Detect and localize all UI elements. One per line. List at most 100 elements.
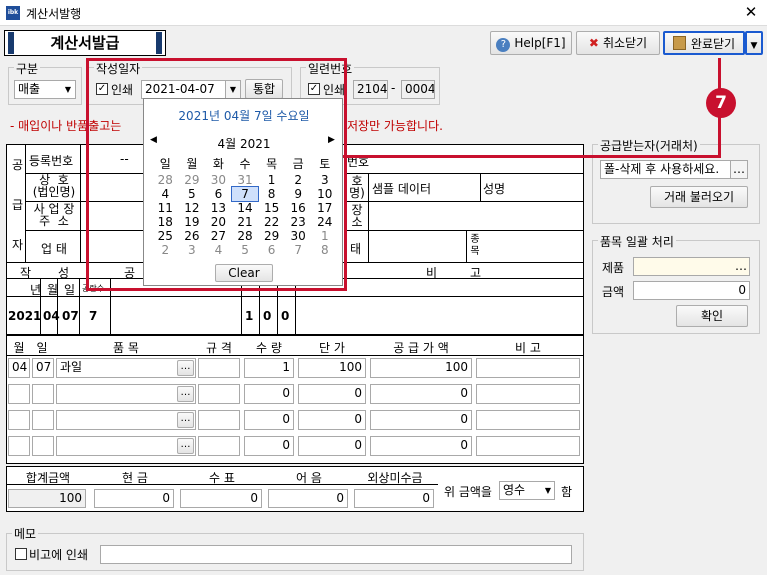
totals-value[interactable]: 0 xyxy=(354,489,434,508)
calendar-day[interactable]: 30 xyxy=(205,173,232,187)
confirm-button[interactable]: 확인 xyxy=(676,305,748,327)
row-amount-input[interactable]: 100 xyxy=(370,358,472,378)
calendar-day[interactable]: 15 xyxy=(258,201,285,215)
row-spec-input[interactable] xyxy=(198,410,240,430)
calendar-day[interactable]: 10 xyxy=(311,187,338,201)
calendar-day[interactable]: 2 xyxy=(152,243,179,257)
more-icon[interactable]: … xyxy=(177,438,194,454)
totals-value[interactable]: 0 xyxy=(94,489,174,508)
calendar-day[interactable]: 7 xyxy=(285,243,312,257)
row-qty-input[interactable]: 1 xyxy=(244,358,294,378)
calendar-day[interactable]: 30 xyxy=(285,229,312,243)
close-icon[interactable]: ✕ xyxy=(741,2,761,22)
more-icon[interactable]: … xyxy=(177,386,194,402)
row-item-name-input[interactable] xyxy=(56,410,196,430)
calendar-day[interactable]: 12 xyxy=(179,201,206,215)
calendar-day[interactable]: 4 xyxy=(205,243,232,257)
category-select[interactable]: 매출 ▼ xyxy=(14,80,76,99)
row-spec-input[interactable] xyxy=(198,436,240,456)
partner-input[interactable]: 폴-삭제 후 사용하세요.… xyxy=(600,160,748,179)
row-amount-input[interactable]: 0 xyxy=(370,384,472,404)
calendar-day[interactable]: 26 xyxy=(179,229,206,243)
row-spec-input[interactable] xyxy=(198,358,240,378)
row-amount-input[interactable]: 0 xyxy=(370,410,472,430)
calendar-day[interactable]: 14 xyxy=(232,201,259,215)
calendar-day[interactable]: 2 xyxy=(285,173,312,187)
calendar-day[interactable]: 4 xyxy=(152,187,179,201)
row-amount-input[interactable]: 0 xyxy=(370,436,472,456)
calendar-day[interactable]: 31 xyxy=(232,173,259,187)
receipt-select[interactable]: 영수 ▼ xyxy=(499,481,555,500)
calendar-day[interactable]: 28 xyxy=(152,173,179,187)
more-icon[interactable]: … xyxy=(177,412,194,428)
help-button[interactable]: ? Help[F1] xyxy=(490,31,572,55)
calendar-day[interactable]: 5 xyxy=(179,187,206,201)
row-day[interactable]: 07 xyxy=(32,358,54,378)
amount-input[interactable]: 0 xyxy=(633,281,750,300)
totals-value[interactable]: 0 xyxy=(180,489,262,508)
calendar-day[interactable]: 5 xyxy=(232,243,259,257)
row-qty-input[interactable]: 0 xyxy=(244,436,294,456)
calendar-day[interactable]: 6 xyxy=(205,187,232,201)
calendar-day[interactable]: 1 xyxy=(311,229,338,243)
calendar-day[interactable]: 11 xyxy=(152,201,179,215)
product-input[interactable]: … xyxy=(633,257,750,276)
row-note-input[interactable] xyxy=(476,410,580,430)
row-note-input[interactable] xyxy=(476,358,580,378)
calendar-day[interactable]: 21 xyxy=(232,215,259,229)
calendar-day[interactable]: 24 xyxy=(311,215,338,229)
row-note-input[interactable] xyxy=(476,436,580,456)
calendar-day[interactable]: 3 xyxy=(179,243,206,257)
calendar-day[interactable]: 8 xyxy=(258,187,285,201)
more-icon[interactable]: … xyxy=(177,360,194,376)
calendar-day[interactable]: 28 xyxy=(232,229,259,243)
calendar-day[interactable]: 17 xyxy=(311,201,338,215)
complete-dropdown-button[interactable]: ▼ xyxy=(745,31,763,55)
row-month[interactable] xyxy=(8,384,30,404)
calendar-day[interactable]: 29 xyxy=(179,173,206,187)
row-day[interactable] xyxy=(32,384,54,404)
calendar-day[interactable]: 6 xyxy=(258,243,285,257)
totals-value[interactable]: 0 xyxy=(268,489,348,508)
row-qty-input[interactable]: 0 xyxy=(244,384,294,404)
memo-print-checkbox[interactable] xyxy=(15,548,27,560)
row-price-input[interactable]: 0 xyxy=(298,410,366,430)
calendar-day[interactable]: 25 xyxy=(152,229,179,243)
calendar-day[interactable]: 9 xyxy=(285,187,312,201)
row-price-input[interactable]: 100 xyxy=(298,358,366,378)
calendar-day[interactable]: 16 xyxy=(285,201,312,215)
cancel-close-button[interactable]: ✖ 취소닫기 xyxy=(576,31,660,55)
row-item-name-input[interactable]: 과일 xyxy=(56,358,196,378)
complete-close-button[interactable]: 완료닫기 xyxy=(663,31,745,55)
calendar-day[interactable]: 3 xyxy=(311,173,338,187)
row-price-input[interactable]: 0 xyxy=(298,384,366,404)
load-partner-button[interactable]: 거래 불러오기 xyxy=(650,186,748,208)
row-qty-input[interactable]: 0 xyxy=(244,410,294,430)
more-icon[interactable]: … xyxy=(733,258,749,275)
calendar-day[interactable]: 27 xyxy=(205,229,232,243)
row-day[interactable] xyxy=(32,410,54,430)
row-month[interactable] xyxy=(8,410,30,430)
row-day[interactable] xyxy=(32,436,54,456)
calendar-day[interactable]: 18 xyxy=(152,215,179,229)
calendar-day[interactable]: 13 xyxy=(205,201,232,215)
row-month[interactable]: 04 xyxy=(8,358,30,378)
row-item-name-input[interactable] xyxy=(56,384,196,404)
next-month-icon[interactable]: ▶ xyxy=(328,135,335,145)
calendar-day[interactable]: 20 xyxy=(205,215,232,229)
row-price-input[interactable]: 0 xyxy=(298,436,366,456)
calendar-day[interactable]: 8 xyxy=(311,243,338,257)
calendar-day[interactable]: 29 xyxy=(258,229,285,243)
memo-input[interactable] xyxy=(100,545,572,564)
row-item-name-input[interactable] xyxy=(56,436,196,456)
calendar-day[interactable]: 1 xyxy=(258,173,285,187)
calendar-day[interactable]: 7 xyxy=(230,186,260,202)
row-spec-input[interactable] xyxy=(198,384,240,404)
calendar-day[interactable]: 19 xyxy=(179,215,206,229)
row-month[interactable] xyxy=(8,436,30,456)
more-icon[interactable]: … xyxy=(730,161,747,178)
calendar-day[interactable]: 22 xyxy=(258,215,285,229)
calendar-clear-button[interactable]: Clear xyxy=(215,264,273,282)
row-note-input[interactable] xyxy=(476,384,580,404)
calendar-day[interactable]: 23 xyxy=(285,215,312,229)
